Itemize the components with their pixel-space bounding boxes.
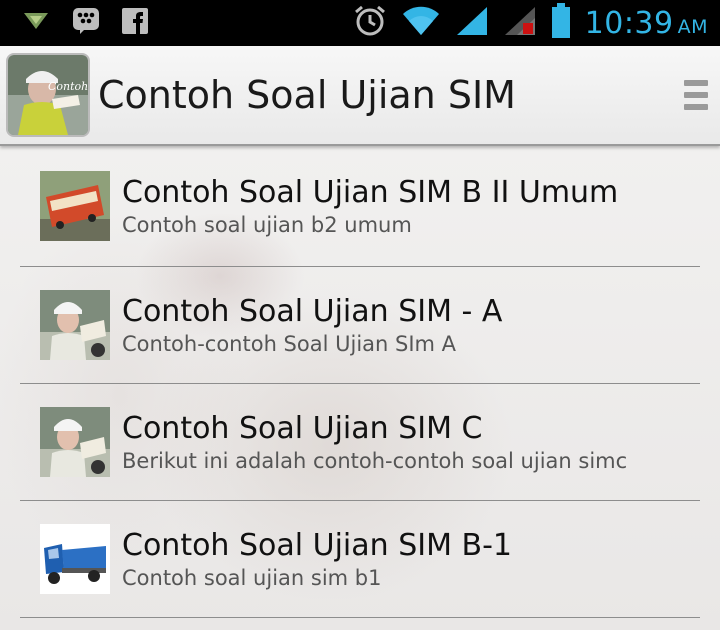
list-item-title: Contoh Soal Ujian SIM B-1 <box>122 528 512 563</box>
clock-time: 10:39 <box>584 5 674 41</box>
police-officer-icon <box>40 407 110 477</box>
action-bar: Contoh Soal Contoh Soal Ujian SIM <box>0 46 720 144</box>
list-item[interactable]: Contoh Soal Ujian SIM - A Contoh-contoh … <box>20 267 700 384</box>
list-item-subtitle: Contoh soal ujian b2 umum <box>122 213 412 237</box>
app-icon[interactable]: Contoh Soal <box>8 55 88 135</box>
svg-text:Contoh Soal: Contoh Soal <box>48 80 88 93</box>
truck-icon <box>40 524 110 594</box>
signal-bars-icon <box>455 5 489 41</box>
notification-arrow-icon <box>22 10 50 36</box>
topic-list: Contoh Soal Ujian SIM B II Umum Contoh s… <box>0 146 720 618</box>
list-item-subtitle: Contoh soal ujian sim b1 <box>122 566 382 590</box>
police-officer-icon <box>40 290 110 360</box>
signal-bars-roaming-icon <box>503 5 537 41</box>
content-area: Contoh Soal Ujian SIM B II Umum Contoh s… <box>0 146 720 630</box>
status-bar: 10:39 AM <box>0 0 720 46</box>
list-item-title: Contoh Soal Ujian SIM C <box>122 411 483 446</box>
status-clock: 10:39 AM <box>585 6 708 41</box>
list-item[interactable]: Contoh Soal Ujian SIM B II Umum Contoh s… <box>20 146 700 267</box>
list-item-subtitle: Contoh-contoh Soal Ujian SIm A <box>122 332 457 356</box>
facebook-icon <box>122 8 148 38</box>
battery-icon <box>551 3 571 43</box>
list-item[interactable]: Contoh Soal Ujian SIM B-1 Contoh soal uj… <box>20 501 700 618</box>
alarm-clock-icon <box>353 4 387 42</box>
list-item-title: Contoh Soal Ujian SIM - A <box>122 294 503 329</box>
clock-ampm: AM <box>677 15 708 38</box>
wifi-icon <box>401 5 441 41</box>
bbm-icon <box>72 7 100 39</box>
list-item-title: Contoh Soal Ujian SIM B II Umum <box>122 175 619 210</box>
list-item-subtitle: Berikut ini adalah contoh-contoh soal uj… <box>122 449 628 473</box>
list-item[interactable]: Contoh Soal Ujian SIM C Berikut ini adal… <box>20 384 700 501</box>
overflow-menu-icon[interactable] <box>684 80 708 110</box>
app-title: Contoh Soal Ujian SIM <box>98 73 516 117</box>
bus-icon <box>40 171 110 241</box>
